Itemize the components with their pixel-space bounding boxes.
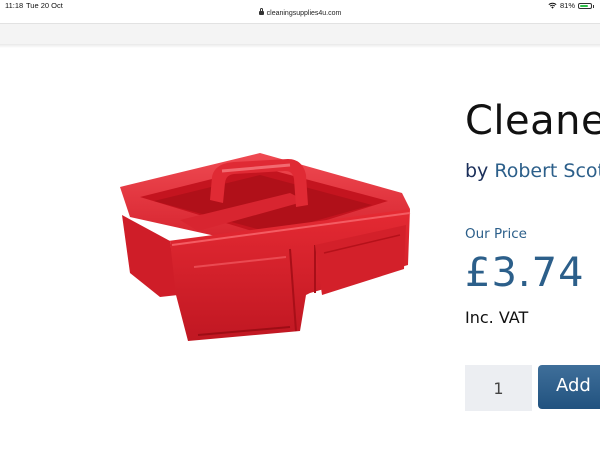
wifi-icon: [548, 2, 557, 9]
status-time: 11:18: [5, 1, 24, 10]
address-bar[interactable]: cleaningsupplies4u.com: [0, 8, 600, 22]
product-price: £3.74: [465, 250, 585, 296]
by-prefix: by: [465, 160, 489, 182]
vat-note: Inc. VAT: [465, 308, 529, 327]
status-date: Tue 20 Oct: [26, 1, 63, 10]
product-image[interactable]: [110, 145, 415, 345]
brand-link[interactable]: Robert Scot: [494, 160, 600, 182]
add-to-basket-button[interactable]: Add: [538, 365, 600, 409]
battery-icon: [578, 2, 594, 9]
lock-icon: [258, 8, 264, 15]
status-right: 81%: [548, 1, 594, 10]
product-brand-line: by Robert Scot: [465, 160, 600, 182]
quantity-input[interactable]: [465, 365, 532, 411]
site-header-strip: [0, 23, 600, 45]
battery-percent: 81%: [559, 1, 575, 10]
price-label: Our Price: [465, 226, 527, 242]
header-shadow: [0, 44, 600, 48]
product-title: Cleaner: [465, 98, 600, 144]
url-text: cleaningsupplies4u.com: [266, 10, 342, 17]
